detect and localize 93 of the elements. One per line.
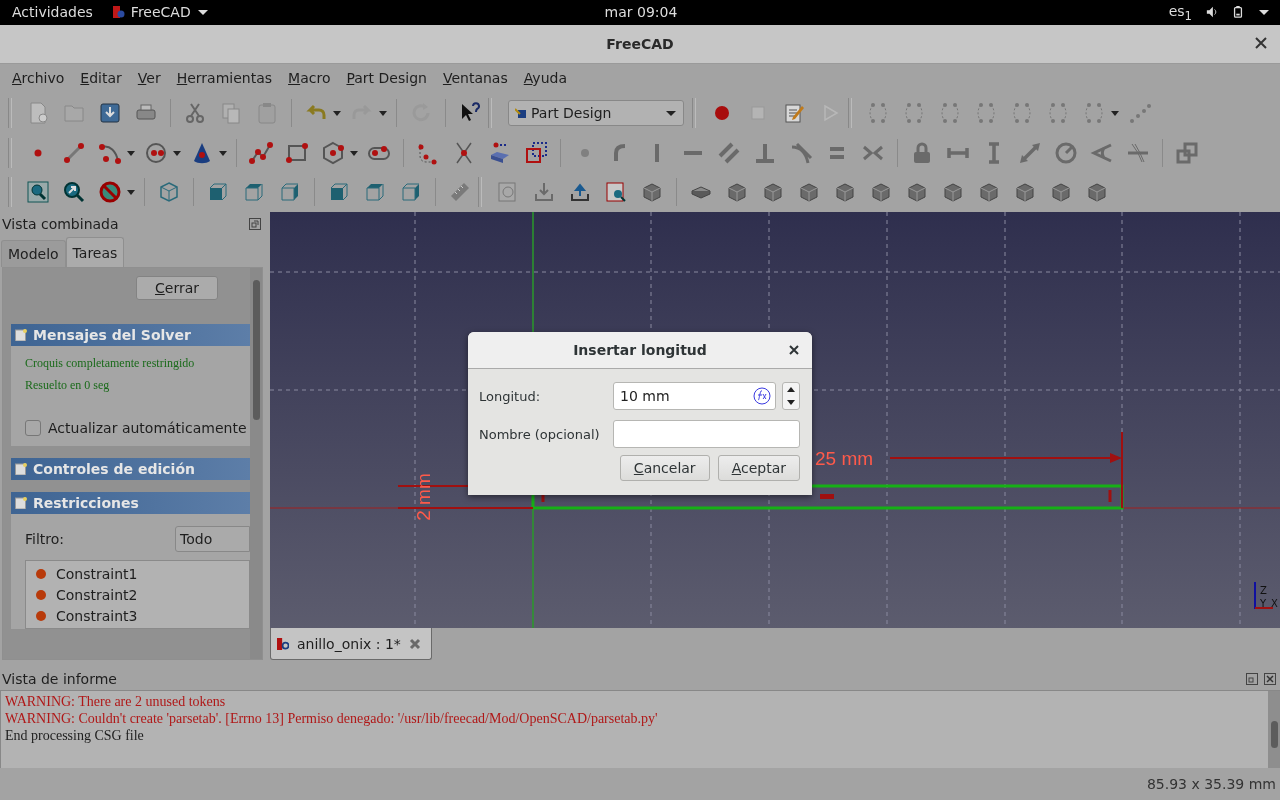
section-header[interactable]: Restricciones [11,492,250,515]
log-line: WARNING: Couldn't create 'parsetab'. [Errno 13] Permiso denegado: '/usr/lib/freecad/Mod/OpenSCAD/parsetab.py' [5,710,659,728]
input-field[interactable]: 10 mm [618,387,753,406]
spin-box[interactable]: 10 mm [613,382,776,411]
axis-label: Y [1260,598,1267,610]
menu-item[interactable]: Part Design [338,70,435,87]
solver-message: Resuelto en 0 seg [25,378,111,394]
function-icon[interactable] [753,387,771,406]
menu-item[interactable]: Macro [280,70,339,87]
close-icon[interactable] [788,344,800,357]
menu-item[interactable]: Archivo [4,70,73,87]
hexagon-icon[interactable] [321,140,345,165]
axis-label: Z [1260,585,1267,597]
document-tab[interactable]: anillo_onix : 1* [270,628,432,661]
constraint-item[interactable]: Constraint3 [56,607,138,624]
undock-icon[interactable] [1246,673,1258,686]
tangent-icon[interactable] [789,140,813,165]
constraint-dot [36,568,46,579]
save-icon[interactable] [98,100,122,125]
menu-item[interactable]: Herramientas [168,70,281,87]
clock[interactable]: mar 09:04 [431,4,851,21]
filter-label: Filtro: [25,531,65,548]
input-field[interactable] [613,420,800,449]
constraint-nodes-icon[interactable] [902,100,926,125]
constraint-item[interactable]: Constraint1 [56,565,138,582]
line-icon[interactable] [62,140,86,165]
note-icon [15,329,27,342]
circle-icon[interactable] [144,140,168,165]
panel-title: Vista de informe [2,671,117,688]
app-menu-label[interactable]: FreeCAD [130,4,191,21]
zoom-arrow-icon[interactable] [62,180,86,205]
app-logo-icon[interactable] [112,6,125,19]
constraint-nodes-icon[interactable] [974,100,998,125]
close-icon[interactable] [1264,673,1276,686]
axis-label: X [1271,598,1278,610]
radius-circle-icon[interactable] [1054,140,1078,165]
note-icon [15,463,27,476]
constraint-nodes-icon[interactable] [1046,100,1070,125]
diagonal-arrow-icon[interactable] [1018,140,1042,165]
note-icon [15,497,27,510]
menu-item[interactable]: Ayuda [515,70,575,87]
document-gear-icon [277,637,289,650]
scrollbar-thumb[interactable] [1270,721,1278,749]
panel-title: Vista combinada [2,216,119,233]
isometric-cube-icon[interactable] [157,180,181,205]
window-title: FreeCAD [606,35,674,52]
constraint-dot [36,589,46,600]
overlapping-squares-icon[interactable] [1175,140,1199,165]
section-header[interactable]: Mensajes del Solver [11,324,250,347]
menu-item[interactable]: Ventanas [434,70,516,87]
solver-message: Croquis completamente restringido [25,356,196,372]
filter-dropdown[interactable]: Todo [175,526,250,553]
dialog-button[interactable]: Aceptar [717,455,800,482]
constraint-nodes-icon[interactable] [1082,100,1106,125]
undock-icon[interactable] [249,218,261,231]
polyline-icon[interactable] [249,140,273,165]
checkbox[interactable] [25,420,41,437]
log-line: End processing CSG file [5,727,145,745]
rectangle-icon[interactable] [285,140,309,165]
constraint-nodes-icon[interactable] [866,100,890,125]
menu-item[interactable]: Ver [129,70,169,87]
constraint-item[interactable]: Constraint2 [56,586,138,603]
scrollbar-thumb[interactable] [252,280,260,421]
zoom-fit-icon[interactable] [26,180,50,205]
speaker-icon[interactable] [1206,6,1218,19]
field-label: Nombre (opcional) [479,426,601,442]
dialog-title: Insertar longitud [573,342,707,359]
checkbox-label: Actualizar automáticamente [48,420,247,437]
keyboard-layout[interactable]: es$_{1}$ [1168,2,1192,23]
copy-icon[interactable] [219,100,243,125]
spin-buttons[interactable] [782,382,800,411]
magnifier-document-icon[interactable] [604,180,628,205]
field-label: Longitud: [479,388,542,404]
dialog-button[interactable]: Cancelar [619,455,710,482]
close-icon[interactable] [1254,35,1268,50]
menu-item[interactable]: Editar [72,70,130,87]
status-text: 85.93 x 35.39 mm [1146,776,1276,793]
constraint-dot [36,610,46,621]
clipboard-icon[interactable] [255,100,279,125]
battery-icon[interactable] [1232,6,1244,19]
constraint-nodes-icon[interactable] [938,100,962,125]
workbench-icon [515,106,527,119]
section-header[interactable]: Controles de edición [11,458,250,481]
dashed-square-icon[interactable] [524,140,548,165]
panel-tab[interactable]: Modelo [1,240,66,268]
activities-button[interactable]: Actividades [12,4,93,21]
constraint-nodes-icon[interactable] [1010,100,1034,125]
close-button[interactable]: Cerrar [136,276,218,301]
log-line: WARNING: There are 2 unused tokens [5,693,227,711]
workbench-dropdown[interactable]: Part Design [508,99,684,126]
panel-tab[interactable]: Tareas [65,237,125,268]
draw-style-icon[interactable] [98,180,122,205]
parallel-lines-icon[interactable] [717,140,741,165]
